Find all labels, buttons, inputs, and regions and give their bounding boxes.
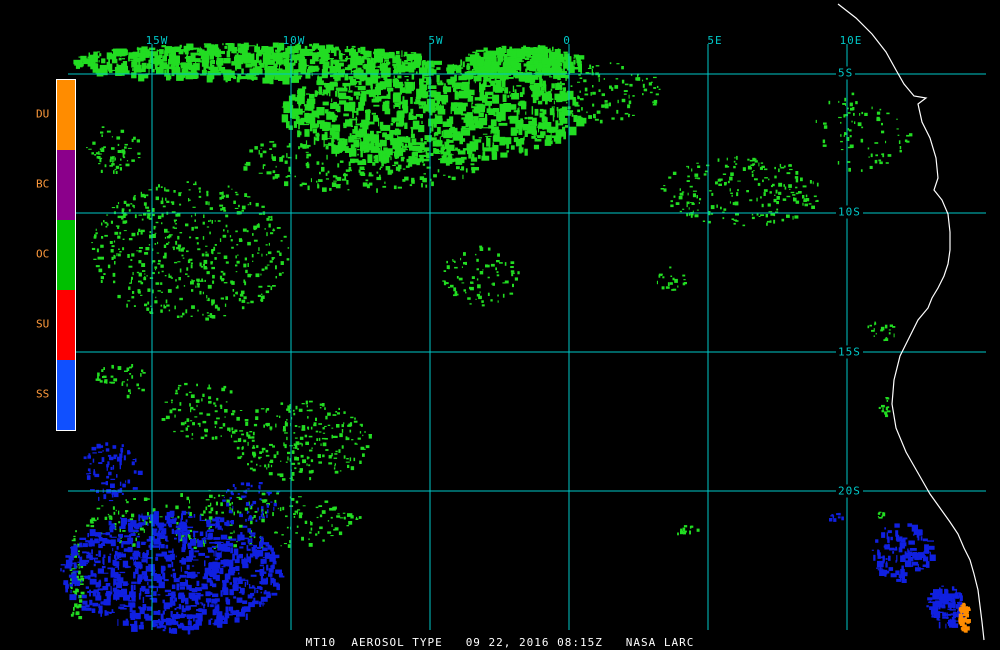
ss-aerosol-layer xyxy=(60,442,969,635)
lon-label-5e: 5E xyxy=(707,34,723,47)
caption-date: 09 22, 2016 xyxy=(465,636,550,649)
lon-label-10e: 10E xyxy=(839,34,863,47)
lat-label-15s: 15S xyxy=(836,345,863,359)
legend-label-du: DU xyxy=(36,107,50,121)
aerosol-map xyxy=(60,3,986,641)
legend-swatch-oc xyxy=(57,220,75,290)
legend-swatch-ss xyxy=(57,360,75,430)
lon-label-10w: 10W xyxy=(282,34,306,47)
lat-label-20s: 20S xyxy=(836,484,863,498)
du-aerosol-layer xyxy=(958,602,971,633)
legend-swatch-du xyxy=(57,80,75,150)
lon-label-5w: 5W xyxy=(428,34,444,47)
caption-title: AEROSOL TYPE xyxy=(351,636,443,649)
caption-product: MT10 xyxy=(305,636,337,649)
legend-label-su: SU xyxy=(36,317,50,331)
lat-label-10s: 10S xyxy=(836,205,863,219)
map-viewer: 15W 10W 5W 0 5E 10E 5S 10S 15S 20S DU BC… xyxy=(0,0,1000,650)
lon-label-15w: 15W xyxy=(145,34,169,47)
legend-swatch-bc xyxy=(57,150,75,220)
caption-source: NASA LARC xyxy=(625,636,695,649)
caption-time: 08:15Z xyxy=(557,636,603,649)
legend-label-bc: BC xyxy=(36,177,50,191)
legend-label-oc: OC xyxy=(36,247,50,261)
legend-swatch-su xyxy=(57,290,75,360)
map-caption: MT10 AEROSOL TYPE 09 22, 2016 08:15Z NAS… xyxy=(0,636,1000,649)
legend-label-ss: SS xyxy=(36,387,50,401)
lat-label-5s: 5S xyxy=(836,66,856,80)
lon-label-0: 0 xyxy=(563,34,571,47)
aerosol-type-legend xyxy=(56,79,76,431)
